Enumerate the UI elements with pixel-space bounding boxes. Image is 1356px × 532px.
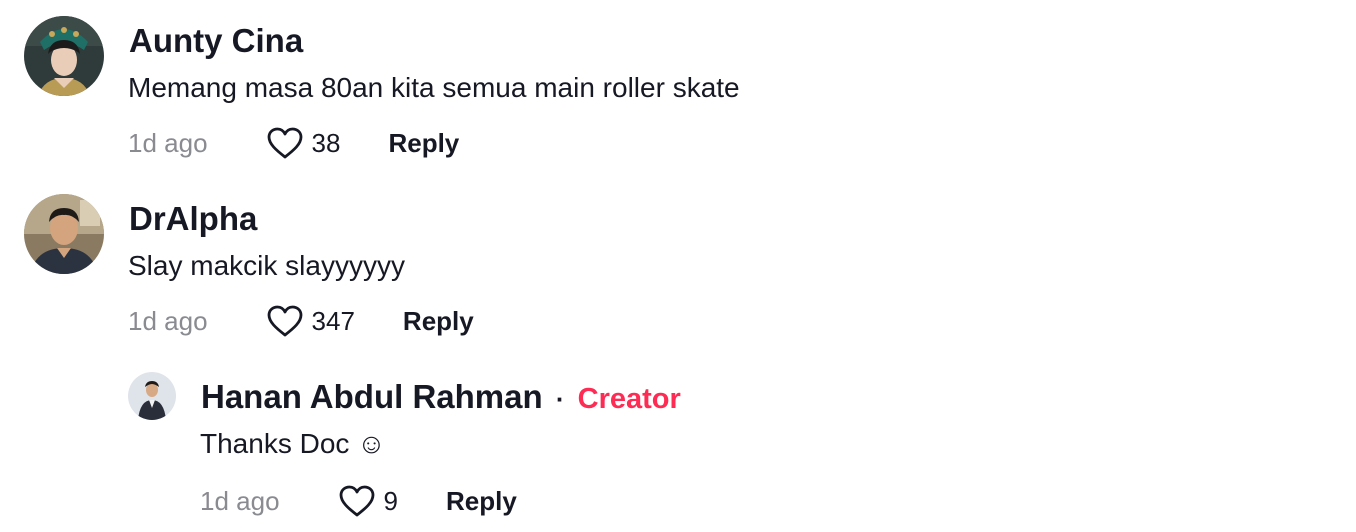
creator-badge: Creator <box>577 383 681 415</box>
comment-timestamp: 1d ago <box>128 306 208 336</box>
comment-text: Slay makcik slayyyyyy <box>128 250 405 281</box>
reply-username-line: Hanan Abdul Rahman · Creator <box>201 380 681 414</box>
reply-button[interactable]: Reply <box>403 308 474 334</box>
comment-timestamp: 1d ago <box>128 128 208 158</box>
like-count: 347 <box>311 306 355 336</box>
separator-dot: · <box>555 384 565 414</box>
reply-meta: 1d ago 9 Reply <box>200 484 517 518</box>
comment-text: Memang masa 80an kita semua main roller … <box>128 72 740 103</box>
like-button[interactable]: 347 <box>266 304 355 338</box>
like-button[interactable]: 38 <box>266 126 341 160</box>
avatar-photo-icon <box>24 16 104 96</box>
avatar-photo-icon <box>24 194 104 274</box>
reply-username[interactable]: Hanan Abdul Rahman <box>201 378 543 415</box>
avatar[interactable] <box>128 372 176 420</box>
comment-meta: 1d ago 38 Reply <box>128 126 459 160</box>
like-button[interactable]: 9 <box>338 484 398 518</box>
heart-icon <box>339 485 374 517</box>
reply-button[interactable]: Reply <box>388 130 459 156</box>
comment-username[interactable]: DrAlpha <box>129 202 257 235</box>
reply-button[interactable]: Reply <box>446 488 517 514</box>
reply-timestamp: 1d ago <box>200 486 280 516</box>
like-count: 9 <box>383 486 398 516</box>
avatar[interactable] <box>24 16 104 96</box>
heart-icon <box>267 305 302 337</box>
avatar-photo-icon <box>128 372 176 420</box>
heart-icon <box>267 127 302 159</box>
like-count: 38 <box>311 128 341 158</box>
comment-meta: 1d ago 347 Reply <box>128 304 474 338</box>
comment-username[interactable]: Aunty Cina <box>129 24 303 57</box>
reply-text: Thanks Doc ☺ <box>200 428 386 459</box>
avatar[interactable] <box>24 194 104 274</box>
